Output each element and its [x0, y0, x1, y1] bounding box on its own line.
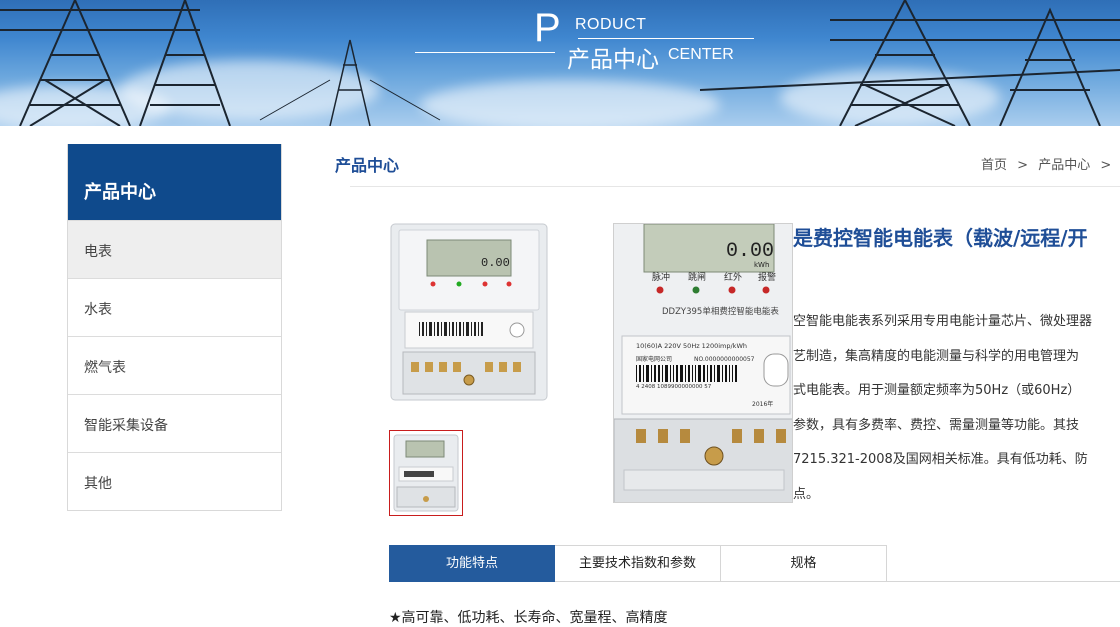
- barcode-bar: [662, 365, 663, 382]
- barcode-bar: [732, 365, 733, 382]
- breadcrumb: 首页 > 产品中心 > 电: [981, 154, 1120, 173]
- zoom-lcd-unit: kWh: [754, 261, 769, 269]
- barcode-bar: [639, 365, 641, 382]
- banner-divider: [578, 38, 754, 39]
- description-line: 式电能表。用于测量额定频率为50Hz（或60Hz）: [793, 383, 1081, 398]
- sidebar-item-electric-meter[interactable]: 电表: [68, 220, 281, 278]
- sidebar-item-collection-device[interactable]: 智能采集设备: [68, 394, 281, 452]
- barcode-bar: [643, 365, 644, 382]
- meter-maker-label: 国家电网公司: [636, 355, 672, 363]
- barcode-bar: [729, 365, 730, 382]
- barcode-bar: [725, 365, 727, 382]
- indicator-label-alarm: 报警: [758, 271, 776, 283]
- barcode-bar: [717, 365, 720, 382]
- description-line: 空智能电能表系列采用专用电能计量芯片、微处理器: [793, 314, 1093, 329]
- indicator-label-infrared: 红外: [724, 271, 742, 283]
- product-description: 空智能电能表系列采用专用电能计量芯片、微处理器 艺制造，集高精度的电能测量与科学…: [793, 305, 1120, 512]
- tab-specifications[interactable]: 规格: [721, 545, 887, 582]
- barcode-bar: [680, 365, 683, 382]
- sidebar-item-other[interactable]: 其他: [68, 452, 281, 510]
- tab-features[interactable]: 功能特点: [389, 545, 555, 582]
- description-line: 艺制造，集高精度的电能测量与科学的用电管理为: [793, 348, 1080, 364]
- barcode-bar: [651, 365, 652, 382]
- description-line: 参数，具有多费率、费控、需量测量等功能。其技: [793, 417, 1080, 433]
- tabs-divider: [886, 581, 1120, 582]
- meter-year-label: 2016年: [752, 400, 773, 408]
- barcode-bar: [646, 365, 649, 382]
- barcode-bar: [692, 365, 693, 382]
- barcode-bar: [695, 365, 696, 382]
- barcode-bar: [735, 365, 737, 382]
- feature-summary: ★高可靠、低功耗、长寿命、宽量程、高精度: [389, 610, 668, 626]
- barcode-bar: [707, 365, 708, 382]
- barcode-bar: [654, 365, 656, 382]
- category-sidebar: 产品中心 电表 水表 燃气表 智能采集设备 其他: [67, 144, 282, 511]
- meter-spec-text: 10(60)A 220V 50Hz 1200imp/kWh: [636, 342, 747, 350]
- product-thumbnail[interactable]: [389, 430, 463, 516]
- description-line: 7215.321-2008及国网相关标准。具有低功耗、防: [793, 452, 1088, 467]
- barcode-bar: [636, 365, 637, 382]
- barcode-bar: [698, 365, 701, 382]
- barcode-bar: [658, 365, 660, 382]
- banner-center: CENTER: [668, 46, 734, 63]
- detail-tabs: 功能特点 主要技术指数和参数 规格: [389, 545, 887, 582]
- zoom-lcd-reading: 0.00: [726, 240, 774, 263]
- barcode-bar: [665, 365, 668, 382]
- banner-title: P RODUCT 产品中心 CENTER: [410, 4, 760, 84]
- barcode-bar: [673, 365, 674, 382]
- tab-technical-parameters[interactable]: 主要技术指数和参数: [555, 545, 721, 582]
- zoomed-meter-image: 0.00 kWh 脉冲 跳闸 红外 报警 DDZY395单相费控智能电能表 10…: [614, 224, 792, 502]
- sidebar-title: 产品中心: [68, 144, 281, 220]
- meter-barcode-digits: 4 2408 1089900000000 57: [636, 384, 712, 390]
- barcode-bar: [714, 365, 715, 382]
- banner-roduct: RODUCT: [575, 16, 647, 33]
- sidebar-item-water-meter[interactable]: 水表: [68, 278, 281, 336]
- breadcrumb-products-link[interactable]: 产品中心: [1038, 158, 1090, 173]
- lcd-reading: 0.00: [481, 256, 510, 270]
- barcode-bar: [710, 365, 712, 382]
- meter-serial-number: NO.0000000000057: [694, 356, 755, 363]
- banner-letter: P: [534, 6, 561, 50]
- indicator-label-trip: 跳闸: [688, 271, 706, 283]
- product-title: 是费控智能电能表（载波/远程/开: [793, 226, 1088, 250]
- barcode-bar: [722, 365, 723, 382]
- breadcrumb-home-link[interactable]: 首页: [981, 158, 1007, 173]
- product-main-image[interactable]: 0.00: [389, 222, 549, 402]
- description-line: 点。: [793, 486, 820, 502]
- thumbnail-meter-image: [393, 434, 459, 512]
- banner-divider: [415, 52, 555, 53]
- divider: [350, 186, 1120, 187]
- meter-model-label: DDZY395单相费控智能电能表: [662, 306, 779, 317]
- barcode-bar: [670, 365, 671, 382]
- breadcrumb-separator: >: [1100, 158, 1112, 173]
- page-banner: P RODUCT 产品中心 CENTER: [0, 0, 1120, 126]
- barcode-bar: [685, 365, 686, 382]
- barcode-bar: [703, 365, 705, 382]
- banner-title-cn: 产品中心: [567, 47, 659, 73]
- product-zoom-preview: 0.00 kWh 脉冲 跳闸 红外 报警 DDZY395单相费控智能电能表 10…: [613, 223, 793, 503]
- barcode-bar: [676, 365, 678, 382]
- sidebar-item-gas-meter[interactable]: 燃气表: [68, 336, 281, 394]
- barcode-bar: [688, 365, 690, 382]
- indicator-label-pulse: 脉冲: [652, 271, 670, 283]
- content-title: 产品中心: [335, 156, 400, 175]
- breadcrumb-separator: >: [1017, 158, 1029, 173]
